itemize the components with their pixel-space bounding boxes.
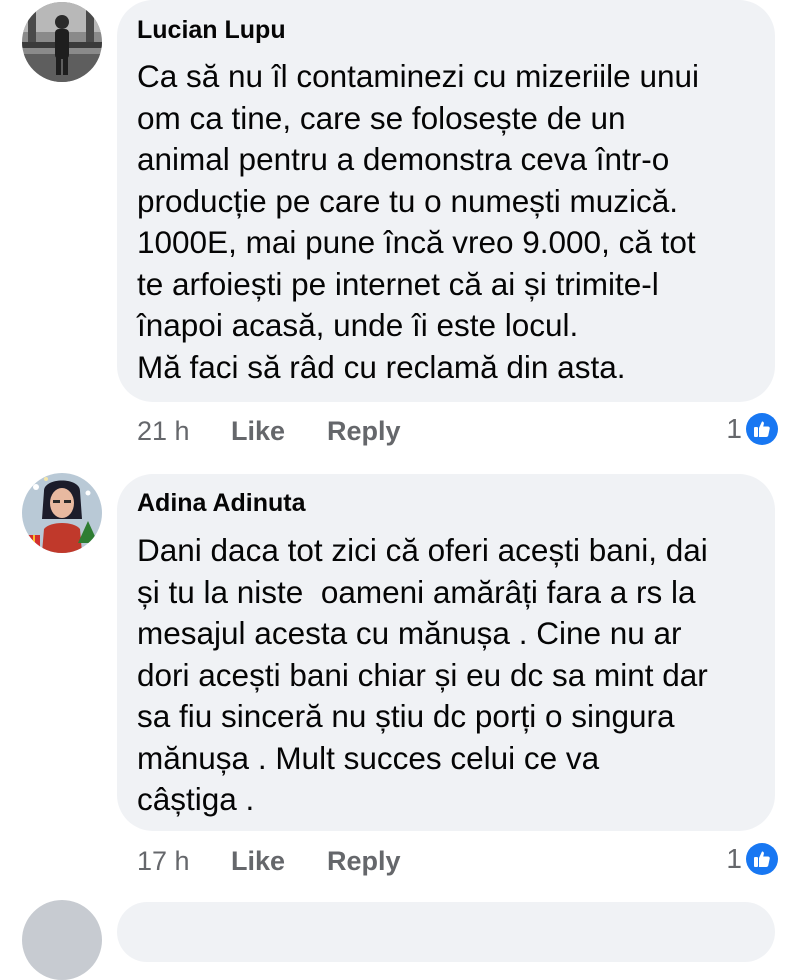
comment-text: Ca să nu îl contaminezi cu mizeriile unu… xyxy=(137,56,699,388)
comment-line: mănușa . Mult succes celui ce va xyxy=(137,739,600,776)
timestamp[interactable]: 17 h xyxy=(137,846,231,877)
comment-actions: 21 h Like Reply xyxy=(137,411,401,451)
comment-bubble: Adina Adinuta Dani daca tot zici că ofer… xyxy=(117,474,775,831)
comment-line: om ca tine, care se folosește de un xyxy=(137,99,626,136)
comment-line: 1000E, mai pune încă vreo 9.000, că tot xyxy=(137,224,696,260)
comment-line: dori acești bani chiar și eu dc sa mint … xyxy=(137,656,708,693)
comment-text: Dani daca tot zici că oferi acești bani,… xyxy=(137,530,708,821)
comment-bubble xyxy=(117,902,775,962)
timestamp[interactable]: 21 h xyxy=(137,416,231,447)
comment-line: Dani daca tot zici că oferi acești bani,… xyxy=(137,532,708,568)
comment-line: sa fiu sinceră nu știu dc porți o singur… xyxy=(137,698,675,734)
like-button[interactable]: Like xyxy=(231,846,327,877)
thumbs-up-icon xyxy=(746,843,778,875)
comment-line: producție pe care tu o numești muzică. xyxy=(137,182,679,219)
comment-line: animal pentru a demonstra ceva într-o xyxy=(137,141,670,177)
comment-line: câștiga . xyxy=(137,781,255,817)
comment-line: Mă faci să râd cu reclamă din asta. xyxy=(137,348,626,385)
author-name[interactable]: Lucian Lupu xyxy=(137,16,286,45)
avatar[interactable] xyxy=(22,900,102,980)
reaction-count: 1 xyxy=(726,413,742,444)
reply-button[interactable]: Reply xyxy=(327,416,401,447)
avatar[interactable] xyxy=(22,473,102,553)
reaction-summary[interactable]: 1 xyxy=(726,843,778,875)
user-photo-icon xyxy=(22,473,102,553)
like-button[interactable]: Like xyxy=(231,416,327,447)
reaction-summary[interactable]: 1 xyxy=(726,413,778,445)
comment-actions: 17 h Like Reply xyxy=(137,841,401,881)
user-photo-icon xyxy=(22,2,102,82)
comment-line: te arfoiești pe internet că ai și trimit… xyxy=(137,265,659,302)
comment-line: mesajul acesta cu mănușa . Cine nu ar xyxy=(137,615,682,651)
comment-bubble: Lucian Lupu Ca să nu îl contaminezi cu m… xyxy=(117,0,775,402)
author-name[interactable]: Adina Adinuta xyxy=(137,489,306,518)
comment-line: înapoi acasă, unde îi este locul. xyxy=(137,307,579,343)
comment-line: Ca să nu îl contaminezi cu mizeriile unu… xyxy=(137,58,700,94)
reaction-count: 1 xyxy=(726,843,742,874)
avatar[interactable] xyxy=(22,2,102,82)
comment-line: și tu la niste oameni amărâți fara a rs … xyxy=(137,573,696,610)
reply-button[interactable]: Reply xyxy=(327,846,401,877)
thumbs-up-icon xyxy=(746,413,778,445)
